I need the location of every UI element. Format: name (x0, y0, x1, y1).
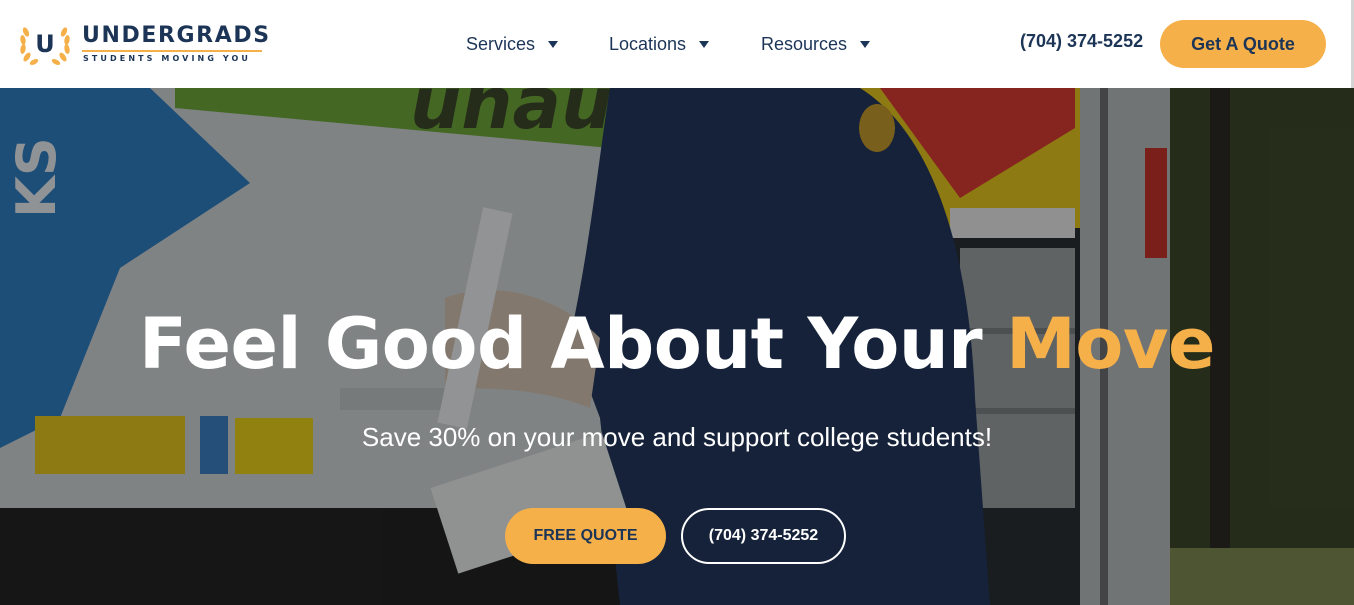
get-a-quote-button[interactable]: Get A Quote (1160, 20, 1326, 68)
caret-down-icon (860, 41, 871, 48)
nav-resources[interactable]: Resources (761, 30, 871, 58)
hero-title-main: Feel Good About Your (139, 303, 1007, 385)
hero-title: Feel Good About Your Move (0, 302, 1354, 386)
nav-services-label: Services (466, 33, 536, 54)
hero-subtitle: Save 30% on your move and support colleg… (361, 422, 993, 452)
nav-services[interactable]: Services (466, 30, 559, 58)
hero-phone-button[interactable]: (704) 374-5252 (681, 508, 846, 564)
hero-title-accent: Move (1006, 303, 1215, 385)
logo-divider (82, 50, 262, 52)
header-phone-link[interactable]: (704) 374-5252 (1020, 31, 1143, 52)
site-header: U UNDERGRADS STUDENTS MOVING YOU Service… (0, 0, 1354, 88)
undergrads-logo[interactable]: U UNDERGRADS STUDENTS MOVING YOU (17, 20, 269, 68)
logo-monogram: U (35, 30, 55, 58)
nav-locations[interactable]: Locations (609, 30, 710, 58)
caret-down-icon (699, 41, 710, 48)
logo-wordmark: UNDERGRADS (82, 23, 271, 48)
laurel-emblem-icon: U (20, 27, 70, 66)
hero-section: uhaul.co KS Feel Good About Your Move Sa… (0, 88, 1354, 605)
free-quote-button[interactable]: FREE QUOTE (505, 508, 666, 564)
logo-tagline: STUDENTS MOVING YOU (83, 54, 251, 63)
caret-down-icon (548, 41, 559, 48)
nav-resources-label: Resources (761, 33, 848, 54)
nav-locations-label: Locations (609, 33, 687, 54)
